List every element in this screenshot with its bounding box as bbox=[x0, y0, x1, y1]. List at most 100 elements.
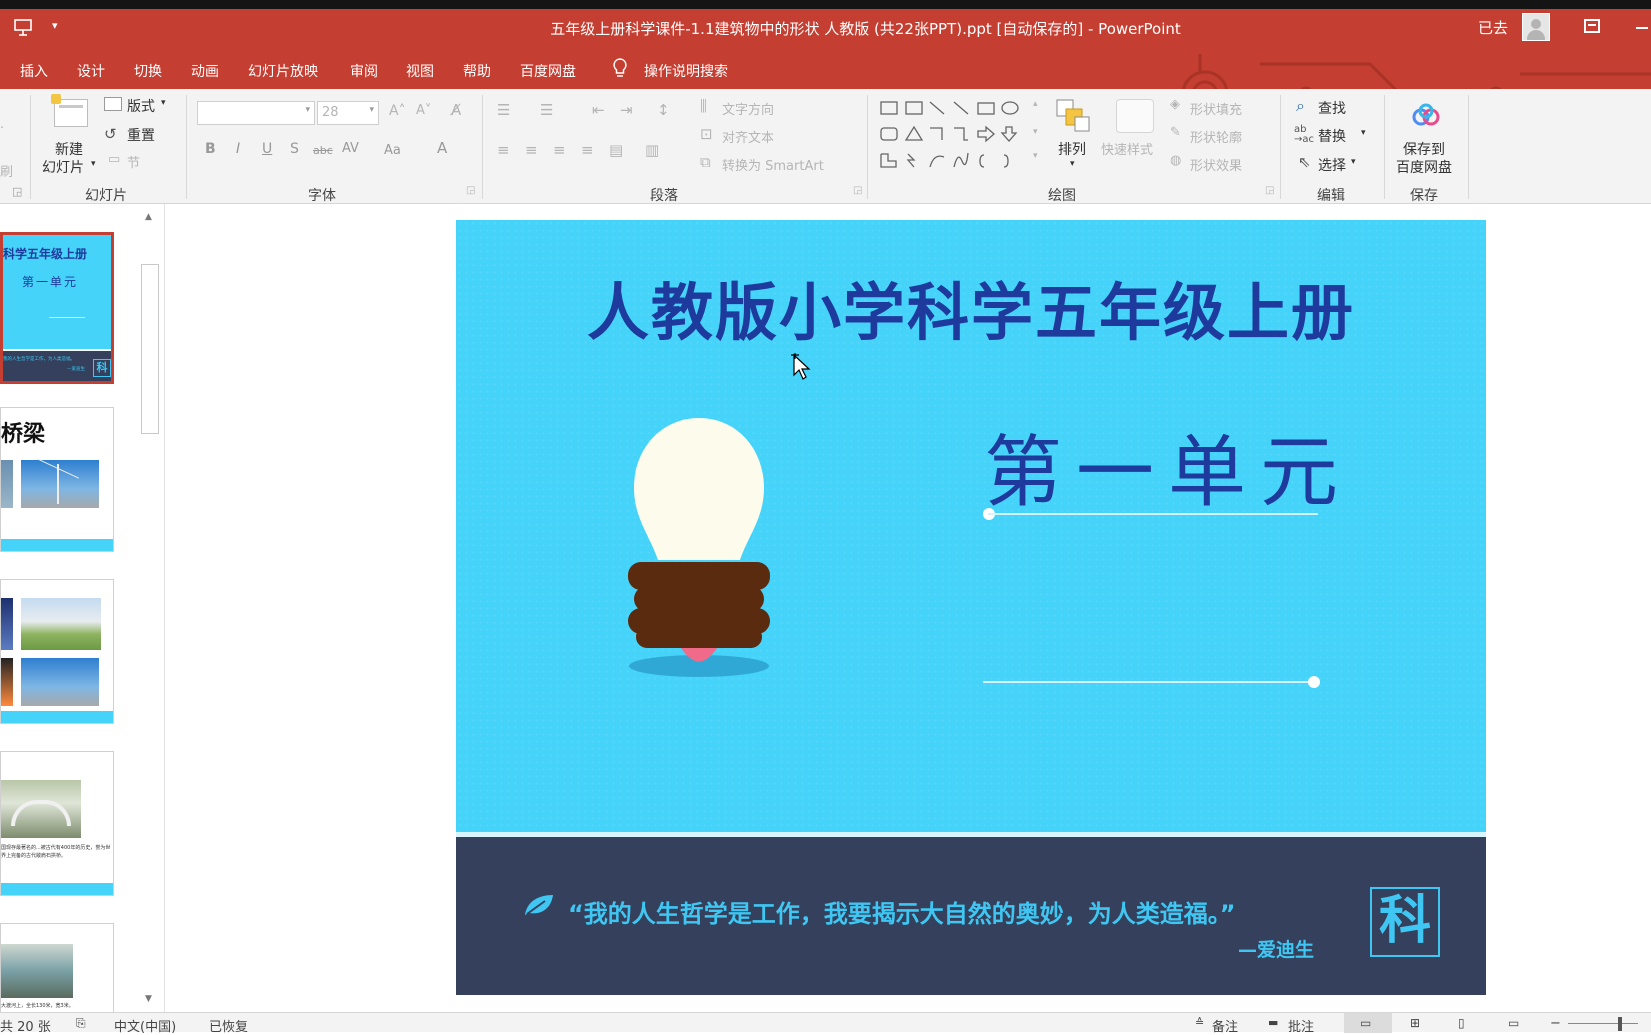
text-direction-button[interactable]: 文字方向 bbox=[722, 99, 774, 118]
font-color-button[interactable]: A bbox=[437, 139, 447, 157]
clear-format-icon[interactable]: A̸ bbox=[451, 101, 461, 119]
find-icon[interactable]: ⌕ bbox=[1296, 96, 1305, 116]
slide-unit-heading[interactable]: 第一单元 bbox=[984, 410, 1352, 522]
tab-animations[interactable]: 动画 bbox=[191, 61, 219, 81]
tab-design[interactable]: 设计 bbox=[77, 61, 105, 81]
select-button[interactable]: 选择 bbox=[1318, 155, 1346, 175]
user-name[interactable]: 已去 bbox=[1478, 17, 1508, 38]
current-slide[interactable]: 人教版小学科学五年级上册 第一单元 “我的人生哲学是工作，我要揭示大自然的奥妙，… bbox=[456, 220, 1486, 995]
columns-icon[interactable]: ▥ bbox=[645, 141, 659, 159]
increase-indent-icon[interactable]: ⇥ bbox=[620, 101, 633, 119]
italic-button[interactable]: I bbox=[236, 141, 240, 157]
font-size-box[interactable]: 28 ▾ bbox=[317, 101, 379, 125]
gallery-scroll-down-icon[interactable]: ▾ bbox=[1033, 127, 1038, 137]
zoom-slider-thumb[interactable] bbox=[1618, 1017, 1622, 1031]
layout-button[interactable]: 版式 bbox=[127, 96, 155, 116]
shape-effects-button[interactable]: 形状效果 bbox=[1190, 155, 1242, 174]
zoom-slider[interactable] bbox=[1568, 1023, 1638, 1024]
new-slide-dropdown-icon[interactable]: ▾ bbox=[91, 159, 96, 169]
ribbon-display-options-icon[interactable] bbox=[1584, 19, 1600, 33]
char-spacing-button[interactable]: AV bbox=[342, 141, 359, 156]
font-dialog-launcher-icon[interactable]: ◲ bbox=[466, 185, 475, 196]
clipboard-launcher-icon[interactable]: ◲ bbox=[12, 185, 22, 198]
tell-me-search[interactable]: 操作说明搜索 bbox=[644, 61, 728, 81]
comments-button[interactable]: 批注 bbox=[1288, 1016, 1314, 1035]
smartart-icon[interactable]: ⧉ bbox=[700, 153, 711, 171]
save-to-netdisk-label-1[interactable]: 保存到 bbox=[1403, 139, 1445, 159]
distribute-icon[interactable]: ▤ bbox=[609, 141, 623, 159]
align-right-icon[interactable]: ≡ bbox=[553, 141, 566, 159]
layout-dropdown-icon[interactable]: ▾ bbox=[161, 98, 166, 108]
spelling-icon[interactable]: ⎘ bbox=[76, 1016, 86, 1031]
quick-styles-button[interactable]: 快速样式 bbox=[1101, 139, 1153, 158]
normal-view-icon[interactable]: ▭ bbox=[1360, 1016, 1371, 1030]
shape-effects-icon[interactable]: ◍ bbox=[1170, 153, 1181, 168]
slide-thumbnail-5[interactable]: 大渡河上，全长130米，宽3米。 bbox=[0, 923, 114, 1012]
comments-icon[interactable]: ▬ bbox=[1268, 1016, 1278, 1029]
arrange-dropdown-icon[interactable]: ▾ bbox=[1070, 159, 1075, 169]
notes-button[interactable]: 备注 bbox=[1212, 1016, 1238, 1035]
thumbnail-scrollbar[interactable]: ▲ ▼ bbox=[140, 204, 159, 1012]
save-to-netdisk-label-2[interactable]: 百度网盘 bbox=[1396, 157, 1452, 177]
user-avatar[interactable] bbox=[1522, 13, 1550, 41]
tab-baidu-netdisk[interactable]: 百度网盘 bbox=[520, 61, 576, 81]
section-button[interactable]: 节 bbox=[127, 152, 140, 171]
paste-fragment[interactable]: · bbox=[0, 121, 4, 136]
slideshow-view-icon[interactable]: ▭ bbox=[1508, 1016, 1519, 1030]
numbering-icon[interactable]: ☰ bbox=[540, 101, 553, 119]
shape-fill-icon[interactable]: ◈ bbox=[1170, 97, 1180, 112]
paragraph-dialog-launcher-icon[interactable]: ◲ bbox=[853, 185, 862, 196]
font-name-box[interactable]: ▾ bbox=[197, 101, 315, 125]
strikethrough-button[interactable]: abc bbox=[313, 144, 333, 157]
layout-icon[interactable] bbox=[104, 97, 122, 111]
minimize-icon[interactable] bbox=[1636, 27, 1648, 29]
shadow-button[interactable]: S bbox=[290, 141, 299, 157]
convert-smartart-button[interactable]: 转换为 SmartArt bbox=[722, 155, 824, 174]
gallery-more-icon[interactable]: ▾ bbox=[1033, 151, 1038, 161]
baidu-netdisk-icon[interactable] bbox=[1411, 103, 1441, 127]
justify-icon[interactable]: ≡ bbox=[581, 141, 594, 159]
slide-quote-author[interactable]: —爱迪生 bbox=[1238, 935, 1314, 962]
slide-sorter-icon[interactable]: ⊞ bbox=[1410, 1016, 1420, 1030]
quick-styles-icon[interactable] bbox=[1116, 99, 1154, 133]
replace-dropdown-icon[interactable]: ▾ bbox=[1361, 128, 1366, 138]
reading-view-icon[interactable]: ▯ bbox=[1458, 1016, 1465, 1030]
slide-thumbnail-2[interactable]: 桥梁 bbox=[0, 407, 114, 552]
new-slide-label-1[interactable]: 新建 bbox=[55, 139, 83, 159]
section-icon[interactable]: ▭ bbox=[108, 152, 120, 167]
change-case-button[interactable]: Aa bbox=[384, 143, 401, 158]
shape-outline-button[interactable]: 形状轮廓 bbox=[1190, 127, 1242, 146]
language-status[interactable]: 中文(中国) bbox=[114, 1016, 176, 1035]
scrollbar-thumb[interactable] bbox=[141, 264, 159, 434]
new-slide-icon[interactable] bbox=[51, 94, 88, 127]
align-text-icon[interactable]: ⊡ bbox=[700, 125, 713, 143]
reset-icon[interactable]: ↺ bbox=[104, 125, 117, 143]
slide-thumbnail-4[interactable]: 国现存最著名的...被古代有400年的历史，誉为世界上完备的古代敞肩石拱桥。 bbox=[0, 751, 114, 896]
bold-button[interactable]: B bbox=[205, 141, 216, 157]
select-cursor-icon[interactable]: ⇖ bbox=[1298, 153, 1311, 171]
replace-button[interactable]: 替换 bbox=[1318, 126, 1346, 146]
bullets-icon[interactable]: ☰ bbox=[497, 101, 510, 119]
slide-quote[interactable]: “我的人生哲学是工作，我要揭示大自然的奥妙，为人类造福。” bbox=[568, 894, 1236, 929]
tab-slideshow[interactable]: 幻灯片放映 bbox=[248, 61, 318, 81]
tab-help[interactable]: 帮助 bbox=[463, 61, 491, 81]
shrink-font-icon[interactable]: A˅ bbox=[416, 103, 431, 118]
notes-icon[interactable]: ≙ bbox=[1195, 1016, 1204, 1029]
reset-button[interactable]: 重置 bbox=[127, 125, 155, 145]
select-dropdown-icon[interactable]: ▾ bbox=[1351, 157, 1356, 167]
zoom-out-icon[interactable]: − bbox=[1550, 1016, 1561, 1031]
tab-insert[interactable]: 插入 bbox=[20, 61, 48, 81]
replace-icon[interactable]: ab →ac bbox=[1294, 125, 1314, 145]
tab-transitions[interactable]: 切换 bbox=[134, 61, 162, 81]
arrange-button[interactable]: 排列 bbox=[1058, 139, 1086, 159]
decrease-indent-icon[interactable]: ⇤ bbox=[592, 101, 605, 119]
tab-review[interactable]: 审阅 bbox=[350, 61, 378, 81]
text-direction-icon[interactable]: ⫼ bbox=[700, 97, 707, 115]
align-center-icon[interactable]: ≡ bbox=[525, 141, 538, 159]
new-slide-label-2[interactable]: 幻灯片 bbox=[42, 157, 84, 177]
tab-view[interactable]: 视图 bbox=[406, 61, 434, 81]
scroll-up-icon[interactable]: ▲ bbox=[145, 212, 152, 222]
shape-fill-button[interactable]: 形状填充 bbox=[1190, 99, 1242, 118]
align-text-button[interactable]: 对齐文本 bbox=[722, 127, 774, 146]
slide-thumbnail-3[interactable] bbox=[0, 579, 114, 724]
